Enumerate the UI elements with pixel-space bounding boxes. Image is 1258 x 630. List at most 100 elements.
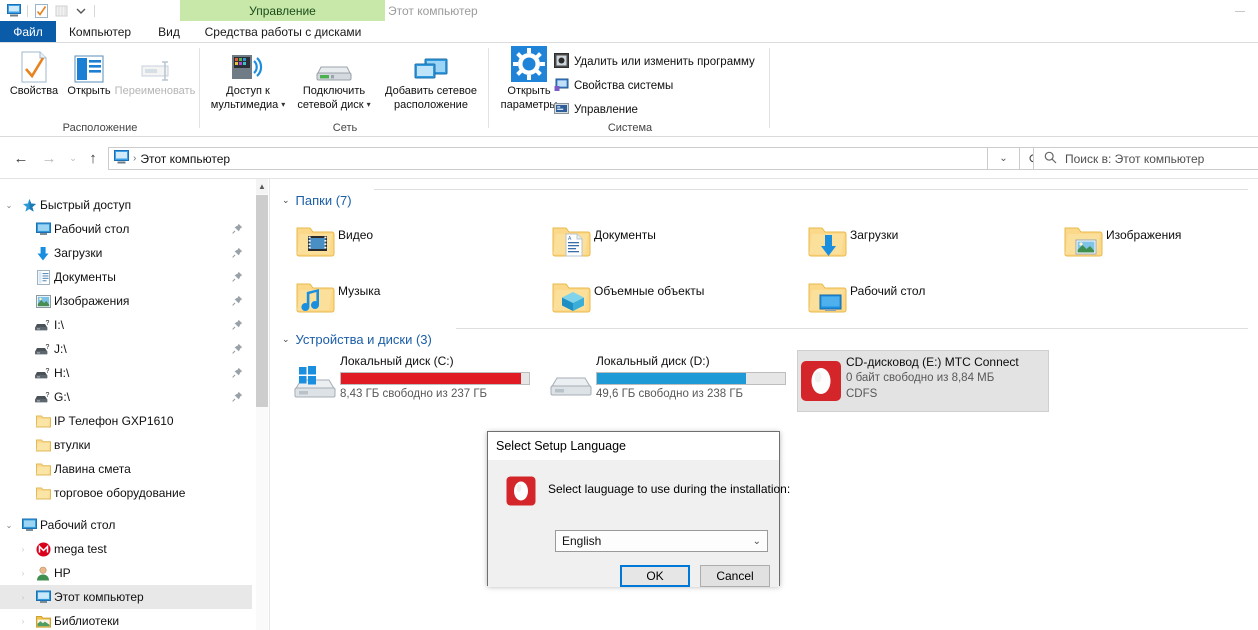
qat-properties-icon[interactable] bbox=[31, 2, 51, 19]
properties-label: Свойства bbox=[9, 85, 59, 97]
folder-item-music[interactable]: Музыка bbox=[292, 273, 532, 321]
sidebar-item-10[interactable]: втулки bbox=[0, 433, 252, 457]
sidebar-item-5[interactable]: ? I:\ bbox=[0, 313, 252, 337]
sidebar-item-7[interactable]: ? H:\ bbox=[0, 361, 252, 385]
chevron-expand-icon[interactable]: › bbox=[14, 569, 32, 578]
media-access-icon bbox=[230, 49, 266, 83]
forward-arrow-icon[interactable]: → bbox=[38, 148, 60, 168]
minimize-icon[interactable] bbox=[1226, 5, 1254, 17]
up-arrow-icon[interactable]: ↑ bbox=[82, 148, 104, 168]
folder-item-label: Рабочий стол bbox=[850, 284, 926, 298]
search-input[interactable]: Поиск в: Этот компьютер bbox=[1065, 152, 1204, 166]
sidebar-item-4[interactable]: Изображения bbox=[0, 289, 252, 313]
chevron-expanded-icon[interactable]: ⌄ bbox=[282, 195, 290, 206]
sidebar-item-label: H:\ bbox=[54, 366, 70, 380]
sidebar-item-16[interactable]: › Этот компьютер bbox=[0, 585, 252, 609]
sidebar-item-1[interactable]: Рабочий стол bbox=[0, 217, 252, 241]
qat-customize-icon[interactable] bbox=[71, 2, 91, 19]
back-arrow-icon[interactable]: ← bbox=[10, 148, 32, 168]
chevron-down-icon-2[interactable]: ▾ bbox=[367, 101, 371, 109]
add-network-location-label-2: расположение bbox=[394, 99, 468, 111]
sidebar-item-label: втулки bbox=[54, 438, 91, 452]
drive-item-e[interactable]: CD-дисковод (E:) MTC Connect 0 байт своб… bbox=[797, 350, 1049, 412]
drive-item-d[interactable]: Локальный диск (D:) 49,6 ГБ свободно из … bbox=[548, 354, 798, 410]
pin-icon[interactable] bbox=[232, 391, 244, 403]
sidebar-item-0[interactable]: ⌄ Быстрый доступ bbox=[0, 193, 252, 217]
qat-this-pc-icon[interactable] bbox=[4, 2, 24, 19]
uninstall-program-button[interactable]: Удалить или изменить программу bbox=[554, 52, 755, 72]
folder-item-pictures[interactable]: Изображения bbox=[1060, 217, 1258, 265]
drives-group-rule bbox=[456, 328, 1248, 329]
folder-item-downloads[interactable]: Загрузки bbox=[804, 217, 1044, 265]
dialog-titlebar[interactable]: Select Setup Language bbox=[488, 432, 779, 460]
open-settings-button[interactable]: Открыть параметры bbox=[496, 46, 562, 115]
sidebar-item-11[interactable]: Лавина смета bbox=[0, 457, 252, 481]
folder-item-label: Видео bbox=[338, 228, 374, 242]
properties-icon bbox=[19, 49, 49, 83]
tab-drive-tools[interactable]: Средства работы с дисками bbox=[194, 21, 372, 43]
address-breadcrumb-bar[interactable]: › Этот компьютер bbox=[108, 147, 988, 170]
manage-label: Управление bbox=[574, 104, 638, 116]
manage-icon bbox=[554, 101, 569, 119]
folder-item-label: Объемные объекты bbox=[594, 284, 705, 298]
chevron-expand-icon[interactable]: › bbox=[14, 617, 32, 626]
sidebar-item-14[interactable]: › mega test bbox=[0, 537, 252, 561]
manage-button[interactable]: Управление bbox=[554, 100, 638, 120]
sidebar-scrollbar-thumb[interactable] bbox=[256, 195, 268, 407]
tab-view[interactable]: Вид bbox=[144, 21, 194, 43]
folder-item-documents[interactable]: A Документы bbox=[548, 217, 788, 265]
pin-icon[interactable] bbox=[232, 247, 244, 259]
recent-locations-icon[interactable]: ⌄ bbox=[62, 148, 84, 168]
sidebar-item-17[interactable]: › Библиотеки bbox=[0, 609, 252, 630]
sidebar-item-6[interactable]: ? J:\ bbox=[0, 337, 252, 361]
sidebar-item-2[interactable]: Загрузки bbox=[0, 241, 252, 265]
sidebar-item-3[interactable]: Документы bbox=[0, 265, 252, 289]
hard-drive-icon bbox=[548, 362, 594, 402]
pin-icon[interactable] bbox=[232, 271, 244, 283]
chevron-down-icon[interactable]: ⌄ bbox=[753, 536, 761, 547]
breadcrumb-current[interactable]: Этот компьютер bbox=[140, 152, 230, 166]
pin-icon[interactable] bbox=[232, 343, 244, 355]
open-icon bbox=[74, 49, 104, 83]
chevron-collapsed-icon[interactable]: ⌄ bbox=[0, 521, 18, 530]
tab-computer[interactable]: Компьютер bbox=[56, 21, 144, 43]
pin-icon[interactable] bbox=[232, 367, 244, 379]
chevron-expand-icon[interactable]: › bbox=[14, 593, 32, 602]
folder-item-video[interactable]: Видео bbox=[292, 217, 532, 265]
dialog-message: Select lauguage to use during the instal… bbox=[548, 482, 791, 496]
chevron-collapsed-icon[interactable]: ⌄ bbox=[0, 201, 18, 210]
scroll-up-icon[interactable]: ▲ bbox=[256, 179, 268, 194]
add-network-location-button[interactable]: Добавить сетевое расположение bbox=[379, 49, 483, 115]
chevron-expanded-icon-2[interactable]: ⌄ bbox=[282, 334, 290, 345]
qat-new-folder-icon[interactable] bbox=[51, 2, 71, 19]
map-network-drive-button[interactable]: Подключить сетевой диск ▾ bbox=[293, 49, 375, 115]
cancel-button[interactable]: Cancel bbox=[700, 565, 770, 587]
sidebar-item-8[interactable]: ? G:\ bbox=[0, 385, 252, 409]
rename-button: Переименовать bbox=[112, 49, 198, 115]
tab-file[interactable]: Файл bbox=[0, 21, 56, 43]
sidebar-item-label: торговое оборудование bbox=[54, 486, 186, 500]
pin-icon[interactable] bbox=[232, 223, 244, 235]
language-select[interactable]: English ⌄ bbox=[555, 530, 768, 552]
sidebar-item-13[interactable]: ⌄ Рабочий стол bbox=[0, 513, 252, 537]
sidebar-item-15[interactable]: › HP bbox=[0, 561, 252, 585]
chevron-expand-icon[interactable]: › bbox=[14, 545, 32, 554]
sidebar-item-label: Изображения bbox=[54, 294, 130, 308]
media-access-button[interactable]: Доступ к мультимедиа ▾ bbox=[209, 49, 287, 115]
pin-icon[interactable] bbox=[232, 319, 244, 331]
search-box[interactable]: Поиск в: Этот компьютер bbox=[1033, 147, 1258, 170]
sidebar-item-12[interactable]: торговое оборудование bbox=[0, 481, 252, 505]
drives-group-header[interactable]: ⌄ Устройства и диски (3) bbox=[282, 329, 432, 349]
chevron-down-icon[interactable]: ▾ bbox=[281, 101, 285, 109]
folder-item-3dobjects[interactable]: Объемные объекты bbox=[548, 273, 808, 321]
folder-icon bbox=[32, 414, 54, 428]
pin-icon[interactable] bbox=[232, 295, 244, 307]
sidebar-item-9[interactable]: IP Телефон GXP1610 bbox=[0, 409, 252, 433]
drive-item-c[interactable]: Локальный диск (C:) 8,43 ГБ свободно из … bbox=[292, 354, 542, 410]
address-dropdown-icon[interactable]: ⌄ bbox=[988, 147, 1020, 170]
ribbon-group-network-label: Сеть bbox=[332, 122, 358, 134]
ok-button[interactable]: OK bbox=[620, 565, 690, 587]
folders-group-header[interactable]: ⌄ Папки (7) bbox=[282, 190, 352, 210]
system-properties-button[interactable]: Свойства системы bbox=[554, 76, 673, 96]
folder-item-desktop[interactable]: Рабочий стол bbox=[804, 273, 1044, 321]
